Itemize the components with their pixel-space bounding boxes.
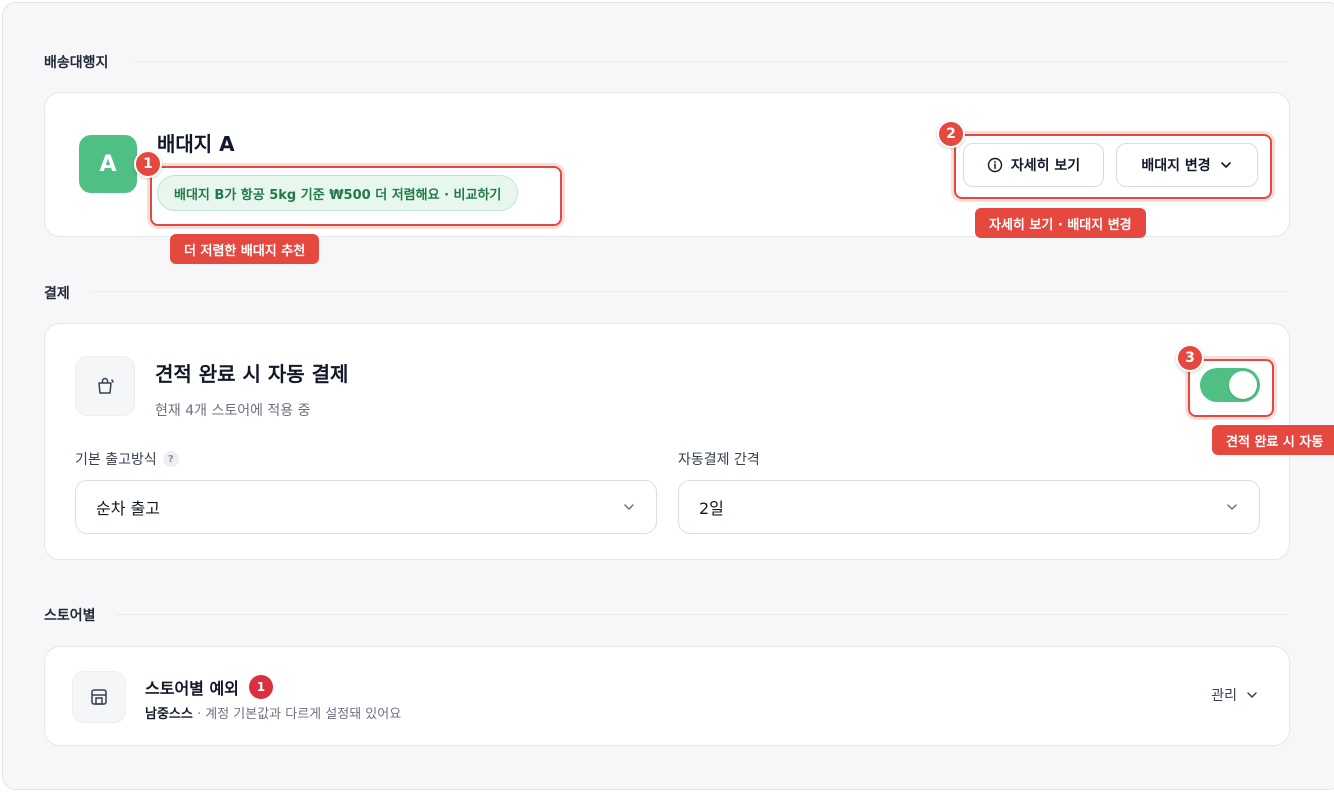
annotation-marker-3: 3: [1176, 344, 1204, 372]
annotation-label-3: 견적 완료 시 자동: [1212, 425, 1334, 455]
annotation-highlight-1: [150, 166, 562, 226]
store-exception-title-text: 스토어별 예외: [145, 679, 239, 698]
annotation-label-2: 자세히 보기 · 배대지 변경: [975, 208, 1146, 238]
section-title-carrier: 배송대행지: [44, 55, 109, 71]
section-divider: [134, 61, 1288, 62]
annotation-highlight-2: [954, 134, 1272, 199]
store-exception-note: · 계정 기본값과 다르게 설정돼 있어요: [192, 707, 402, 722]
help-icon[interactable]: ?: [162, 451, 179, 467]
section-title-store: 스토어별: [44, 608, 96, 624]
payment-icon-box: [75, 356, 135, 416]
default-shipping-select[interactable]: 순차 출고: [75, 480, 657, 534]
default-shipping-label-text: 기본 출고방식: [75, 452, 157, 468]
auto-pay-subtitle: 현재 4개 스토어에 적용 중: [155, 403, 311, 419]
auto-pay-title: 견적 완료 시 자동 결제: [155, 362, 349, 386]
annotation-marker-1: 1: [134, 150, 162, 178]
manage-button[interactable]: 관리: [1211, 685, 1259, 705]
annotation-highlight-3: [1188, 359, 1274, 417]
exception-count-badge: 1: [248, 675, 273, 699]
store-exception-description: 남중스스 · 계정 기본값과 다르게 설정돼 있어요: [145, 703, 401, 722]
manage-label: 관리: [1211, 688, 1237, 704]
section-divider: [90, 291, 1288, 292]
annotation-label-1: 더 저렴한 배대지 추천: [170, 234, 320, 264]
carrier-name: 배대지 A: [157, 132, 235, 156]
interval-value: 2일: [699, 499, 724, 518]
annotation-marker-2: 2: [937, 120, 965, 148]
chevron-down-icon: [1247, 692, 1257, 698]
shopping-bag-icon: [98, 377, 114, 394]
store-exception-title: 스토어별 예외 1: [145, 675, 273, 699]
default-shipping-value: 순차 출고: [96, 499, 160, 518]
default-shipping-label: 기본 출고방식 ?: [75, 449, 179, 469]
payment-card: 견적 완료 시 자동 결제 현재 4개 스토어에 적용 중 기본 출고방식 ? …: [44, 323, 1290, 560]
section-title-payment: 결제: [44, 286, 70, 302]
chevron-down-icon: [1227, 504, 1237, 510]
section-divider: [116, 614, 1288, 615]
store-icon-box: [72, 671, 126, 723]
carrier-avatar: A: [79, 135, 137, 193]
interval-select[interactable]: 2일: [678, 480, 1260, 534]
store-name: 남중스스: [145, 707, 193, 722]
chevron-down-icon: [624, 504, 634, 510]
store-icon: [91, 689, 107, 705]
store-exception-card[interactable]: 스토어별 예외 1 남중스스 · 계정 기본값과 다르게 설정돼 있어요 관리: [44, 646, 1290, 746]
interval-label: 자동결제 간격: [678, 452, 760, 468]
